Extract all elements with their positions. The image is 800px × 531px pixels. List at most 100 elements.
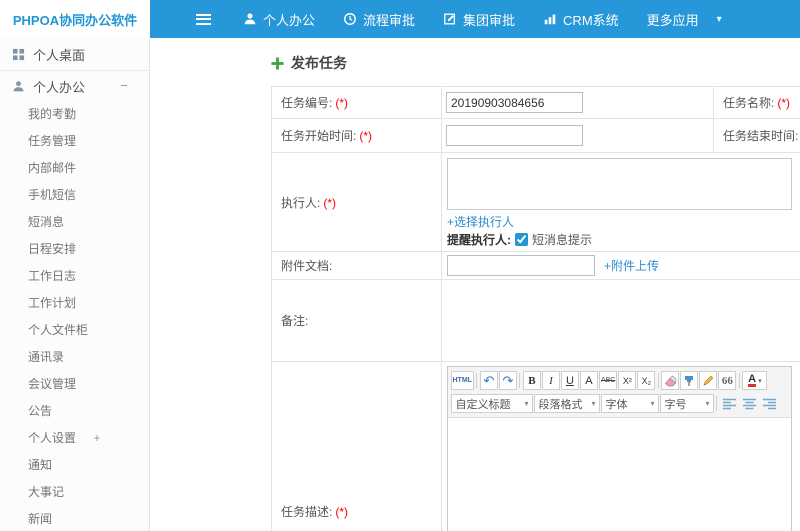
- chevron-down-icon: ▾: [650, 399, 655, 408]
- nav-group-approval[interactable]: 集团审批: [429, 0, 529, 38]
- sidebar-item-work-log[interactable]: 工作日志: [0, 263, 149, 290]
- task-number-value-cell: [441, 86, 714, 119]
- html-source-button[interactable]: HTML: [450, 371, 474, 390]
- attachment-upload-link[interactable]: +附件上传: [604, 259, 659, 273]
- sidebar-item-label: 个人设置: [28, 431, 77, 445]
- desktop-grid-icon: [12, 48, 25, 61]
- sidebar-item-short-message[interactable]: 短消息: [0, 209, 149, 236]
- form-row-description: 任务描述: (*) HTML ↶ ↷ B I U A ABC X² X₂ 66 …: [271, 361, 800, 531]
- required-mark: (*): [335, 505, 349, 519]
- main-content: 发布任务 任务编号:(*) 任务名称:(*): [151, 38, 800, 531]
- sidebar-item-file-cabinet[interactable]: 个人文件柜: [0, 317, 149, 344]
- sidebar-item-schedule[interactable]: 日程安排: [0, 236, 149, 263]
- paragraph-format-select[interactable]: 段落格式 ▾: [533, 394, 600, 413]
- sidebar-item-contacts[interactable]: 通讯录: [0, 344, 149, 371]
- toolbar-separator: [519, 373, 521, 388]
- task-number-input[interactable]: [446, 92, 583, 113]
- font-color-label: A: [748, 373, 757, 387]
- sidebar-item-work-plan[interactable]: 工作计划: [0, 290, 149, 317]
- clock-icon: [343, 12, 357, 26]
- toolbar-separator: [476, 373, 478, 388]
- font-family-select[interactable]: 字体 ▾: [600, 394, 659, 413]
- remind-executor-row: 提醒执行人: 短消息提示: [447, 231, 800, 248]
- form-table: 任务编号:(*) 任务名称:(*) 任务开始时间:(*): [271, 86, 800, 531]
- bold-button[interactable]: B: [522, 371, 541, 390]
- editor-toolbar: HTML ↶ ↷ B I U A ABC X² X₂ 66 A ▾ 自定义标题 …: [448, 367, 791, 418]
- nav-personal-office[interactable]: 个人办公: [229, 0, 329, 38]
- executor-textarea[interactable]: [447, 158, 792, 210]
- sidebar-item-news[interactable]: 新闻: [0, 506, 149, 531]
- sms-remind-option-label: 短消息提示: [532, 233, 593, 247]
- eraser-button[interactable]: [661, 371, 680, 390]
- editor-toolbar-row-2: 自定义标题 ▾ 段落格式 ▾ 字体 ▾ 字号 ▾: [450, 392, 789, 415]
- font-color-button[interactable]: A ▾: [742, 371, 768, 390]
- italic-button[interactable]: I: [541, 371, 560, 390]
- field-label: 任务编号:: [281, 96, 333, 110]
- hamburger-menu-button[interactable]: [196, 0, 211, 38]
- superscript-button[interactable]: X²: [618, 371, 637, 390]
- redo-button[interactable]: ↷: [498, 371, 517, 390]
- sidebar-item-memorabilia[interactable]: 大事记: [0, 479, 149, 506]
- collapse-minus-icon[interactable]: −: [120, 71, 128, 101]
- sidebar-item-settings[interactable]: 个人设置 +: [0, 425, 149, 452]
- sidebar: 个人桌面 个人办公 − 我的考勤 任务管理 内部邮件 手机短信 短消息 日程安排…: [0, 38, 150, 531]
- sidebar-item-mobile-sms[interactable]: 手机短信: [0, 182, 149, 209]
- hamburger-icon: [196, 13, 211, 25]
- remark-label-cell: 备注:: [271, 279, 442, 362]
- nav-label: 个人办公: [263, 12, 316, 28]
- toolbar-separator: [716, 396, 717, 411]
- custom-title-select[interactable]: 自定义标题 ▾: [450, 394, 533, 413]
- choose-executor-link[interactable]: +选择执行人: [447, 215, 514, 229]
- sidebar-section-label: 个人办公: [33, 79, 86, 95]
- align-right-button[interactable]: [760, 394, 779, 413]
- undo-button[interactable]: ↶: [479, 371, 498, 390]
- sidebar-item-notification[interactable]: 通知: [0, 452, 149, 479]
- form-row-time: 任务开始时间:(*) 任务结束时间:(*): [271, 118, 800, 153]
- required-mark: (*): [335, 96, 349, 110]
- underline-button[interactable]: U: [560, 371, 579, 390]
- brush-icon: [685, 375, 694, 386]
- form-row-remark: 备注:: [271, 279, 800, 362]
- remark-value-cell: [441, 279, 800, 362]
- task-number-label-cell: 任务编号: (*): [271, 86, 442, 119]
- format-brush-button[interactable]: [680, 371, 699, 390]
- toolbar-separator: [657, 373, 659, 388]
- sidebar-item-task-management[interactable]: 任务管理: [0, 128, 149, 155]
- editor-toolbar-row-1: HTML ↶ ↷ B I U A ABC X² X₂ 66 A ▾: [450, 369, 789, 392]
- sidebar-item-announcement[interactable]: 公告: [0, 398, 149, 425]
- user-icon: [243, 12, 257, 26]
- nav-more-apps[interactable]: 更多应用: [633, 0, 713, 38]
- attachment-input[interactable]: [447, 255, 595, 276]
- chevron-down-icon: ▾: [524, 399, 529, 408]
- sidebar-item-attendance[interactable]: 我的考勤: [0, 101, 149, 128]
- sidebar-item-internal-mail[interactable]: 内部邮件: [0, 155, 149, 182]
- description-value-cell: HTML ↶ ↷ B I U A ABC X² X₂ 66 A ▾ 自定义标题 …: [441, 361, 800, 531]
- blockquote-button[interactable]: 66: [718, 371, 737, 390]
- align-center-button[interactable]: [740, 394, 759, 413]
- chevron-down-icon[interactable]: ▾: [713, 14, 732, 25]
- font-size-select[interactable]: 字号 ▾: [659, 394, 714, 413]
- nav-process-approval[interactable]: 流程审批: [329, 0, 429, 38]
- top-nav: 个人办公 流程审批 集团审批 CRM系统 更多应用 ▾: [229, 0, 732, 38]
- end-time-label-cell: 任务结束时间:(*): [713, 118, 800, 153]
- font-border-button[interactable]: A: [579, 371, 598, 390]
- sidebar-section-personal-office[interactable]: 个人办公 −: [0, 71, 149, 101]
- sidebar-item-meeting-management[interactable]: 会议管理: [0, 371, 149, 398]
- toolbar-separator: [738, 373, 740, 388]
- field-label: 任务描述:: [281, 505, 333, 519]
- editor-content-area[interactable]: [448, 418, 791, 531]
- nav-crm[interactable]: CRM系统: [529, 0, 633, 38]
- pen-button[interactable]: [699, 371, 718, 390]
- nav-label: 集团审批: [463, 12, 516, 28]
- sidebar-item-desktop[interactable]: 个人桌面: [0, 38, 149, 71]
- align-left-button[interactable]: [720, 394, 739, 413]
- subscript-button[interactable]: X₂: [637, 371, 656, 390]
- attachment-label-cell: 附件文档:: [271, 251, 442, 280]
- field-label: 任务结束时间:: [723, 129, 799, 143]
- expand-plus-icon[interactable]: +: [93, 431, 100, 445]
- remark-textarea[interactable]: [442, 281, 800, 360]
- strikethrough-button[interactable]: ABC: [598, 371, 618, 390]
- sms-remind-checkbox[interactable]: [515, 233, 528, 246]
- eraser-icon: [664, 374, 677, 386]
- start-time-input[interactable]: [446, 125, 583, 146]
